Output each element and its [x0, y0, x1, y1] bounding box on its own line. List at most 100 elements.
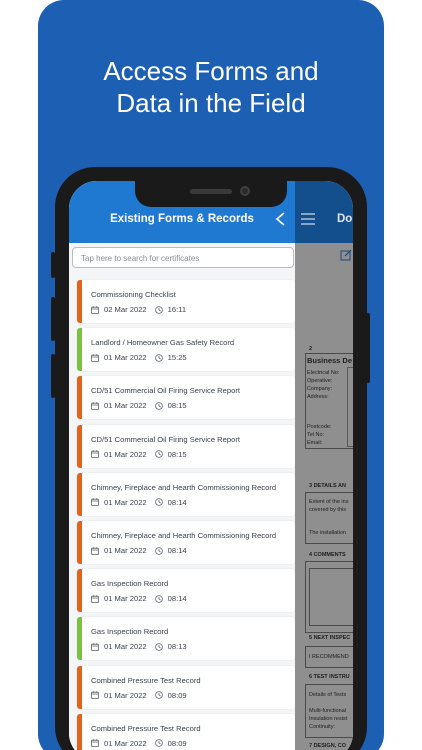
- record-time: 08:09: [167, 690, 187, 700]
- record-title: Combined Pressure Test Record: [91, 675, 201, 685]
- record-time: 08:14: [167, 497, 187, 507]
- record-card[interactable]: Landlord / Homeowner Gas Safety Record 01…: [77, 328, 295, 372]
- record-status-stripe: [77, 424, 82, 468]
- clock-icon: [154, 739, 163, 748]
- record-status-stripe: [77, 665, 82, 709]
- clock-icon: [154, 643, 163, 651]
- record-status-stripe: [77, 472, 82, 516]
- records-panel: Existing Forms & Records Commissioning C…: [69, 181, 295, 750]
- record-time: 15:25: [167, 353, 187, 363]
- record-meta: 01 Mar 2022 08:09: [91, 690, 187, 701]
- calendar-icon: [91, 450, 99, 458]
- record-title: CD/51 Commercial Oil Firing Service Repo…: [91, 434, 240, 444]
- search-input[interactable]: [73, 249, 293, 268]
- section-6-line-4: Continuity:: [309, 724, 335, 730]
- phone-camera: [240, 186, 250, 196]
- section-4-title: 4 COMMENTS: [309, 552, 346, 558]
- record-card[interactable]: Combined Pressure Test Record 01 Mar 2022…: [77, 713, 295, 750]
- record-time: 08:13: [167, 642, 187, 652]
- document-panel: Do 2 Business De Electrical No: Operativ…: [295, 181, 353, 750]
- field-postcode: Postcode:: [307, 424, 332, 430]
- section-3-title: 3 DETAILS AN: [309, 483, 346, 489]
- record-title: Gas Inspection Record: [91, 627, 169, 637]
- record-card[interactable]: CD/51 Commercial Oil Firing Service Repo…: [77, 424, 295, 468]
- phone-speaker: [190, 189, 232, 194]
- clock-icon: [154, 691, 163, 699]
- section-3-line-2: covered by this: [309, 507, 346, 513]
- field-electrical-no: Electrical No:: [307, 370, 340, 376]
- field-company: Company:: [307, 386, 333, 392]
- record-date: 01 Mar 2022: [104, 642, 147, 652]
- record-date: 01 Mar 2022: [104, 738, 147, 748]
- field-tel-no: Tel No:: [307, 432, 325, 438]
- record-title: Landlord / Homeowner Gas Safety Record: [91, 338, 235, 348]
- record-date: 01 Mar 2022: [104, 546, 147, 555]
- record-time: 08:15: [167, 449, 187, 459]
- calendar-icon: [91, 691, 99, 699]
- record-title: Gas Inspection Record: [91, 579, 169, 589]
- section-6-line-2: Multi-functional: [309, 708, 346, 714]
- record-status-stripe: [77, 328, 82, 372]
- record-date: 01 Mar 2022: [104, 401, 147, 411]
- section-7-title: 7 DESIGN, CO: [309, 743, 346, 749]
- section-3-line-1: Extent of the ins: [309, 499, 349, 505]
- edit-icon[interactable]: [340, 249, 352, 261]
- record-card[interactable]: Chimney, Fireplace and Hearth Commission…: [77, 472, 295, 516]
- record-meta: 01 Mar 2022 08:09: [91, 738, 187, 749]
- record-meta: 01 Mar 2022 08:13: [91, 641, 187, 652]
- record-status-stripe: [77, 521, 82, 564]
- record-meta: 01 Mar 2022 08:15: [91, 400, 187, 411]
- calendar-icon: [91, 305, 99, 314]
- section-6-line-3: Insulation resist: [309, 716, 348, 722]
- record-meta: 01 Mar 2022 08:15: [91, 449, 187, 460]
- search-box[interactable]: [72, 247, 294, 268]
- record-meta: 01 Mar 2022 08:14: [91, 545, 187, 556]
- document-header: Do: [295, 181, 353, 243]
- record-time: 08:14: [167, 594, 187, 604]
- record-meta: 01 Mar 2022 08:14: [91, 497, 187, 508]
- hamburger-menu-icon[interactable]: [301, 213, 315, 225]
- record-card[interactable]: Gas Inspection Record 01 Mar 2022 08:13: [77, 617, 295, 661]
- record-status-stripe: [77, 569, 82, 613]
- record-meta: 01 Mar 2022 15:25: [91, 352, 187, 363]
- record-time: 08:15: [167, 401, 187, 411]
- clock-icon: [154, 498, 163, 507]
- record-card[interactable]: Combined Pressure Test Record 01 Mar 2022…: [77, 665, 295, 709]
- record-card[interactable]: Chimney, Fireplace and Hearth Commission…: [77, 521, 295, 564]
- chevron-left-icon[interactable]: [274, 211, 288, 227]
- record-meta: 02 Mar 2022 16:11: [91, 304, 186, 315]
- headline-line-1: Access Forms and: [103, 56, 319, 86]
- clock-icon: [154, 353, 163, 362]
- record-card[interactable]: Gas Inspection Record 01 Mar 2022 08:14: [77, 569, 295, 613]
- record-card[interactable]: CD/51 Commercial Oil Firing Service Repo…: [77, 376, 295, 420]
- clock-icon: [154, 594, 163, 603]
- section-6-title: 6 TEST INSTRU: [309, 674, 350, 680]
- calendar-icon: [91, 353, 99, 362]
- business-details-title: Business De: [307, 356, 353, 365]
- comments-box-inner: [309, 568, 353, 626]
- section-3-line-3: The installation: [309, 530, 346, 536]
- record-status-stripe: [77, 617, 82, 661]
- calendar-icon: [91, 402, 99, 410]
- record-status-stripe: [77, 713, 82, 750]
- calendar-icon: [91, 643, 99, 651]
- section-6-line-1: Details of Tests: [309, 692, 347, 698]
- record-title: Chimney, Fireplace and Hearth Commission…: [91, 531, 277, 540]
- record-date: 01 Mar 2022: [104, 497, 147, 507]
- phone-screen: Existing Forms & Records Commissioning C…: [69, 181, 353, 750]
- record-date: 02 Mar 2022: [104, 305, 147, 314]
- record-status-stripe: [77, 376, 82, 420]
- calendar-icon: [91, 739, 99, 748]
- clock-icon: [154, 305, 163, 314]
- promo-stage: Access Forms and Data in the Field Exist…: [0, 0, 422, 750]
- section-2-number: 2: [309, 346, 313, 352]
- clock-icon: [154, 546, 163, 555]
- record-date: 01 Mar 2022: [104, 353, 147, 363]
- document-title: Do: [337, 213, 353, 225]
- record-meta: 01 Mar 2022 08:14: [91, 593, 187, 604]
- calendar-icon: [91, 546, 99, 555]
- field-email: Email:: [307, 440, 323, 446]
- record-card[interactable]: Commissioning Checklist 02 Mar 2022 16:11: [77, 280, 295, 323]
- record-title: CD/51 Commercial Oil Firing Service Repo…: [91, 386, 240, 396]
- record-title: Combined Pressure Test Record: [91, 723, 201, 733]
